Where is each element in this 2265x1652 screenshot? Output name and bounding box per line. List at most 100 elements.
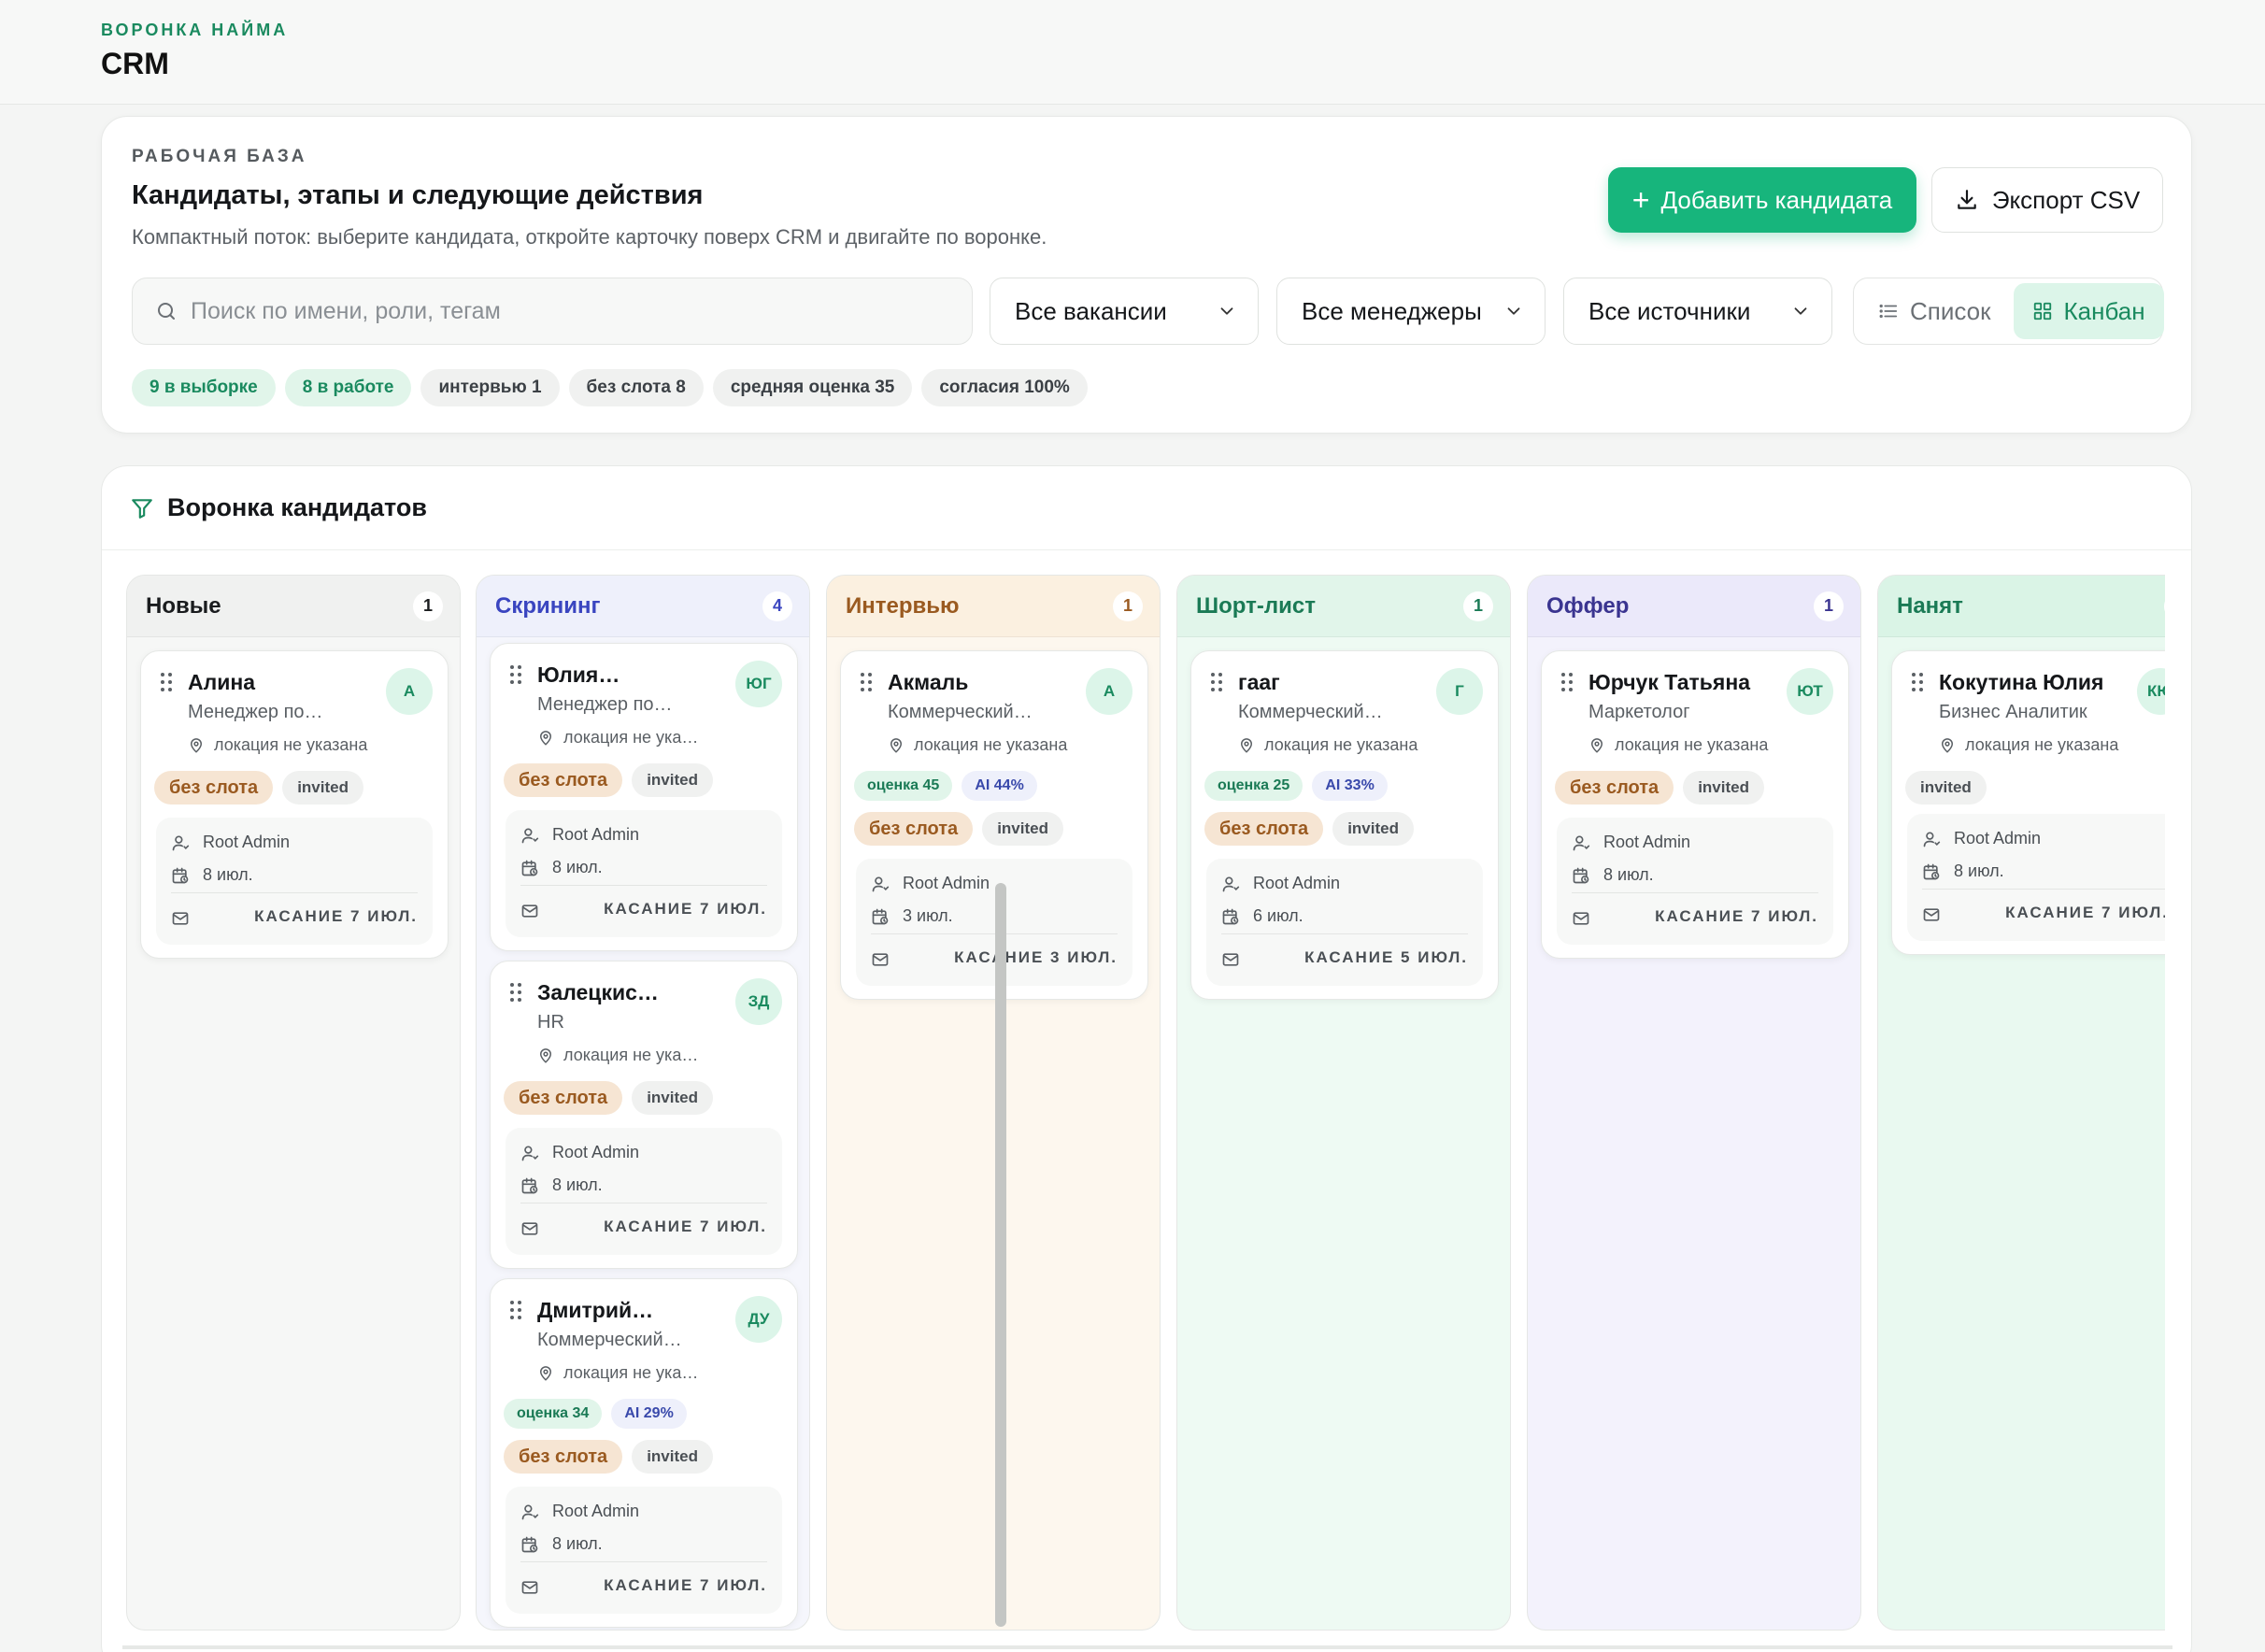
candidate-card[interactable]: гааг Коммерческий… Глокация не указана оцен… [1190, 650, 1499, 1000]
candidate-name: Акмаль [888, 670, 969, 694]
user-icon [520, 826, 539, 845]
candidate-name: Дмитрий… [537, 1298, 654, 1322]
drag-handle-icon[interactable] [1911, 672, 1924, 697]
add-candidate-button[interactable]: + Добавить кандидата [1608, 167, 1916, 233]
manager-name: Root Admin [552, 1143, 640, 1161]
location-text: локация не указана [1615, 735, 1769, 754]
card-meta: Root Admin 8 июл. КАСАНИЕ 7 ИЮЛ. [506, 810, 782, 937]
candidate-name: Юрчук Татьяна [1588, 670, 1751, 694]
calendar-icon [520, 859, 539, 877]
summary-chip[interactable]: интервью 1 [420, 369, 560, 406]
calendar-icon [520, 1535, 539, 1554]
kanban-column: Нанят 1 Кокутина Юлия Бизнес Аналитик КЮ лока… [1877, 575, 2165, 1631]
board-header: Воронка кандидатов [102, 466, 2191, 550]
column-header[interactable]: Скрининг 4 [477, 576, 809, 637]
funnel-board: Воронка кандидатов Новые 1 Алина Менеджер п… [101, 465, 2192, 1652]
column-title: Новые [146, 592, 221, 619]
ai-match-badge: AI 44% [962, 771, 1037, 801]
view-list-button[interactable]: Список [1859, 283, 2010, 339]
user-icon [171, 833, 190, 852]
column-header[interactable]: Оффер 1 [1528, 576, 1860, 637]
next-date: 8 июл. [1954, 862, 2004, 880]
next-date: 8 июл. [1603, 865, 1654, 884]
meta-divider [1572, 892, 1818, 893]
candidate-card[interactable]: Акмаль Коммерческий… Алокация не указана оц… [840, 650, 1148, 1000]
status-tags: без слота invited [154, 771, 363, 805]
user-icon [1221, 875, 1240, 893]
column-title: Скрининг [495, 592, 601, 619]
summary-chip[interactable]: без слота 8 [568, 369, 704, 406]
drag-handle-icon[interactable] [860, 672, 873, 697]
column-header[interactable]: Новые 1 [127, 576, 460, 637]
location-text: локация не указана [1264, 735, 1418, 754]
drag-handle-icon[interactable] [509, 664, 522, 690]
candidate-name: Юлия… [537, 662, 620, 687]
column-scrollbar[interactable] [995, 883, 1006, 1627]
summary-chip[interactable]: 8 в работе [284, 369, 412, 406]
horizontal-scrollbar[interactable] [122, 1645, 2172, 1649]
drag-handle-icon[interactable] [509, 1300, 522, 1325]
search-input[interactable] [191, 297, 957, 325]
card-meta: Root Admin 8 июл. КАСАНИЕ 7 ИЮЛ. [506, 1487, 782, 1614]
candidate-card[interactable]: Кокутина Юлия Бизнес Аналитик КЮ локация не… [1891, 650, 2165, 955]
manager-name: Root Admin [552, 1502, 640, 1520]
last-touch: КАСАНИЕ 7 ИЮЛ. [604, 900, 767, 918]
candidate-card[interactable]: Дмитрий… Коммерческий… ДУ локация не ука… оц… [490, 1278, 798, 1628]
candidate-role: Менеджер по… [537, 694, 673, 715]
summary-chip[interactable]: средняя оценка 35 [712, 369, 913, 406]
manager-filter-value: Все менеджеры [1302, 296, 1482, 325]
avatar: ДУ [735, 1296, 782, 1343]
chevron-down-icon [1794, 307, 1807, 315]
candidate-location: локация не указана [1238, 735, 1417, 755]
view-kanban-button[interactable]: Канбан [2013, 283, 2164, 339]
next-date: 3 июл. [903, 906, 953, 925]
kanban-columns: Новые 1 Алина Менеджер по… Алокация не указа… [126, 575, 2165, 1631]
manager-name: Root Admin [903, 874, 990, 892]
column-header[interactable]: Шорт-лист 1 [1177, 576, 1510, 637]
search-icon [158, 303, 175, 320]
vacancy-filter-value: Все вакансии [1015, 296, 1167, 325]
manager-row: Root Admin [1572, 833, 1690, 852]
column-header[interactable]: Нанят 1 [1878, 576, 2165, 637]
no-slot-badge: без слота [1555, 771, 1674, 805]
source-filter-select[interactable]: Все источники [1563, 278, 1832, 345]
candidate-card[interactable]: Алина Менеджер по… Алокация не указана без … [140, 650, 449, 959]
drag-handle-icon[interactable] [1560, 672, 1574, 697]
column-count-badge: 1 [1463, 591, 1493, 621]
score-tags: оценка 25 AI 33% [1204, 771, 1388, 801]
summary-chip[interactable]: согласия 100% [921, 369, 1088, 406]
search-box[interactable] [132, 278, 973, 345]
manager-row: Root Admin [520, 1502, 639, 1521]
date-row: 8 июл. [520, 858, 603, 877]
last-touch: КАСАНИЕ 7 ИЮЛ. [254, 907, 418, 925]
card-meta: Root Admin 8 июл. КАСАНИЕ 7 ИЮЛ. [1907, 814, 2165, 941]
date-row: 8 июл. [1572, 865, 1654, 885]
candidate-card[interactable]: Залецкис… HR ЗД локация не ука… без слота inv… [490, 961, 798, 1269]
column-header[interactable]: Интервью 1 [827, 576, 1160, 637]
location-text: локация не указана [214, 735, 368, 754]
no-slot-badge: без слота [854, 812, 974, 846]
panel-eyebrow: РАБОЧАЯ БАЗА [132, 147, 307, 166]
candidate-card[interactable]: Юрчук Татьяна Маркетолог ЮТ локация не указ… [1541, 650, 1849, 959]
manager-row: Root Admin [520, 1143, 639, 1162]
user-icon [871, 875, 890, 893]
vacancy-filter-select[interactable]: Все вакансии [990, 278, 1259, 345]
export-csv-button[interactable]: Экспорт CSV [1931, 167, 2163, 233]
drag-handle-icon[interactable] [1210, 672, 1223, 697]
drag-handle-icon[interactable] [160, 672, 173, 697]
column-count-badge: 1 [1113, 591, 1143, 621]
drag-handle-icon[interactable] [509, 982, 522, 1007]
no-slot-badge: без слота [504, 763, 623, 797]
last-touch: КАСАНИЕ 7 ИЮЛ. [2005, 904, 2165, 921]
meta-divider [520, 1561, 767, 1562]
status-tags: без слота invited [854, 812, 1063, 846]
manager-row: Root Admin [871, 874, 990, 893]
manager-filter-select[interactable]: Все менеджеры [1276, 278, 1546, 345]
summary-chip[interactable]: 9 в выборке [132, 369, 276, 406]
avatar: ЗД [735, 978, 782, 1025]
status-tags: без слота invited [504, 763, 713, 797]
candidate-card[interactable]: Юлия… Менеджер по… ЮГ локация не ука… без сл… [490, 643, 798, 951]
location-pin-icon [1939, 737, 1956, 754]
calendar-icon [1221, 907, 1240, 926]
column-title: Шорт-лист [1196, 592, 1316, 619]
